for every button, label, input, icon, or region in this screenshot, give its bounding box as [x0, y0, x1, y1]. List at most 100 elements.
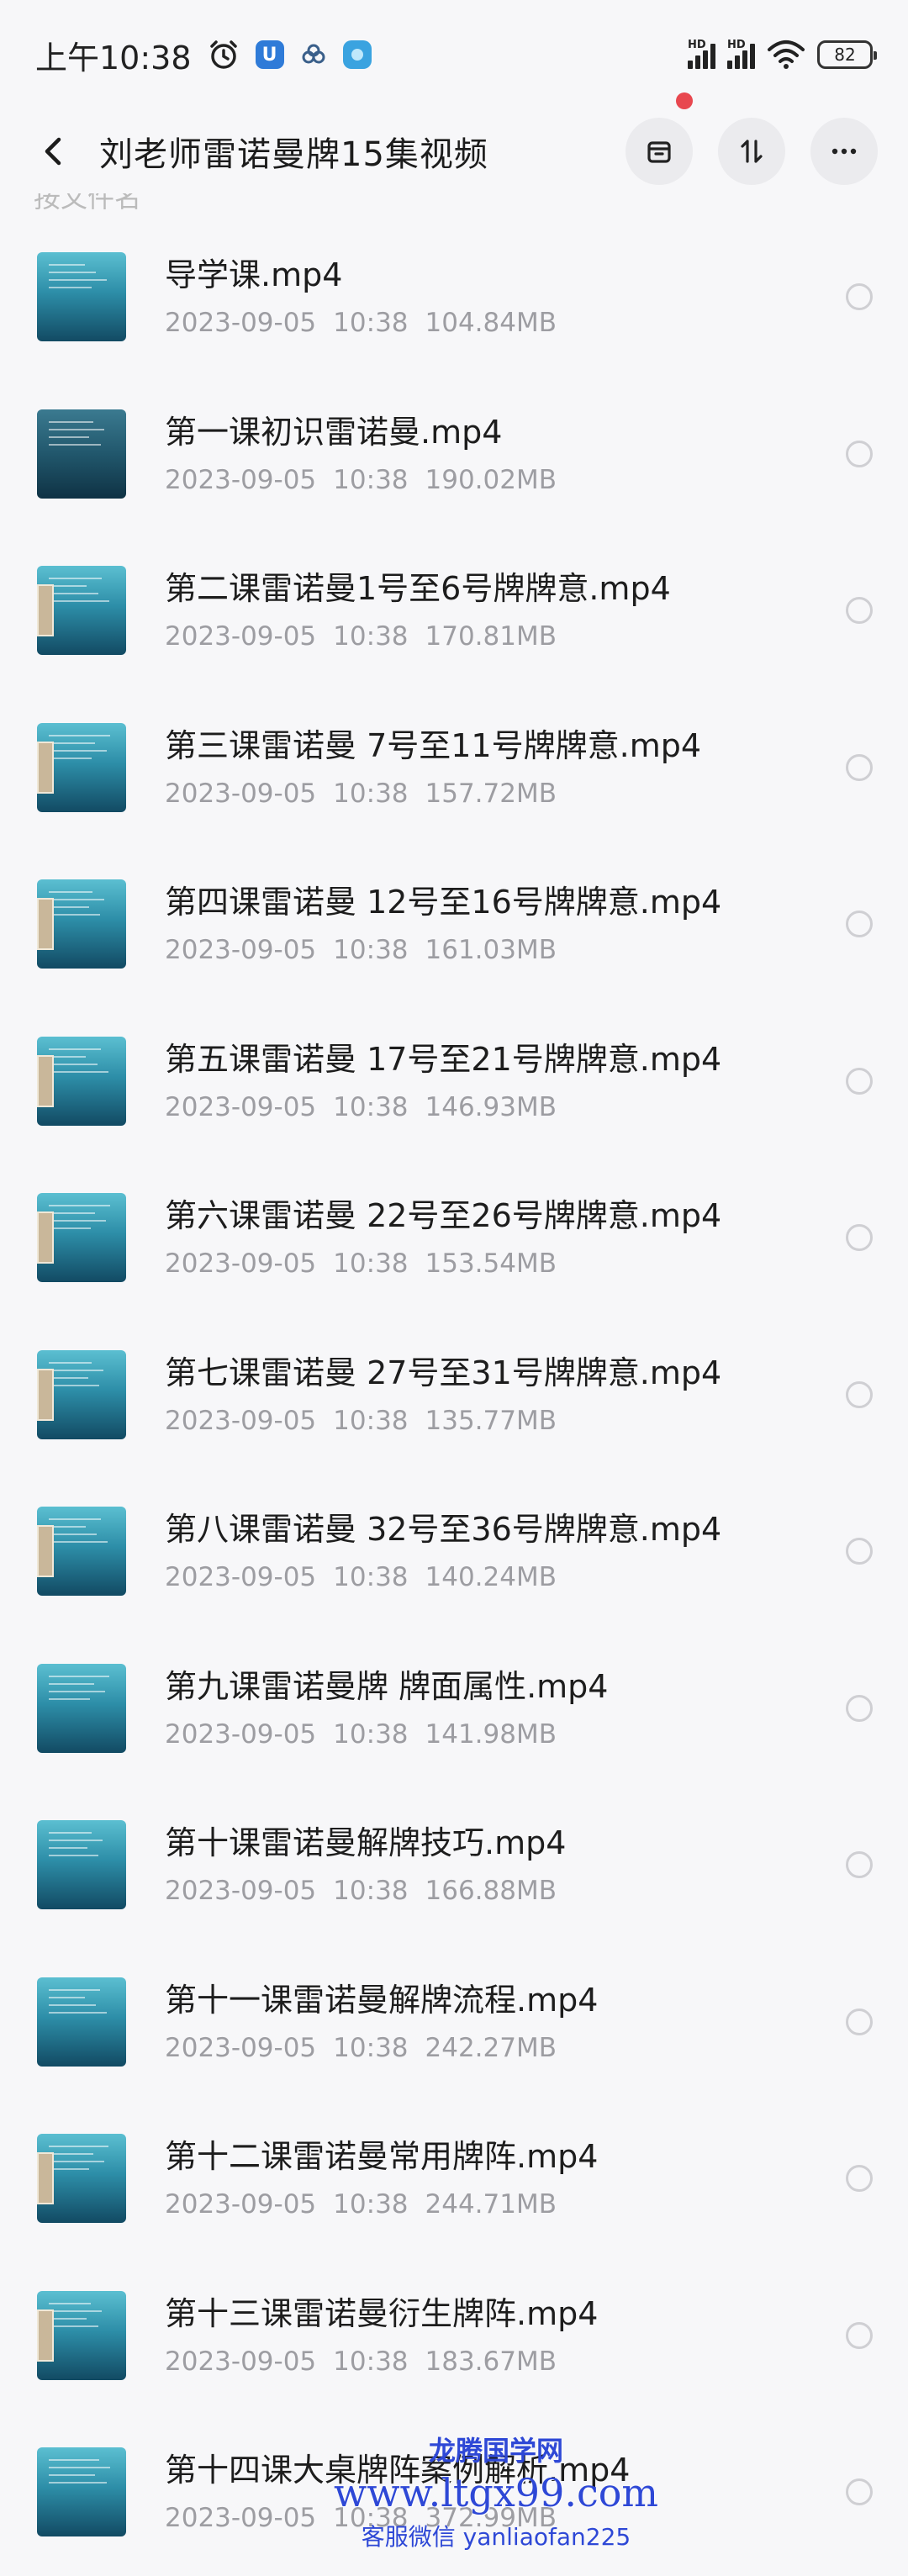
file-list-item[interactable]: 第十四课大桌牌阵案例解析.mp4 2023-09-05 10:38 372.99MB	[0, 2414, 908, 2571]
select-radio[interactable]	[846, 283, 873, 311]
select-radio[interactable]	[846, 911, 873, 938]
file-time: 10:38	[333, 2189, 409, 2220]
file-info: 第十一课雷诺曼解牌流程.mp4 2023-09-05 10:38 242.27MB	[165, 1979, 846, 2065]
file-list-item[interactable]: 第二课雷诺曼1号至6号牌牌意.mp4 2023-09-05 10:38 170.81M…	[0, 532, 908, 689]
file-list-item[interactable]: 第十课雷诺曼解牌技巧.mp4 2023-09-05 10:38 166.88MB	[0, 1787, 908, 1944]
sort-icon	[741, 140, 763, 163]
file-time: 10:38	[333, 1718, 409, 1750]
file-date: 2023-09-05	[165, 2346, 317, 2377]
file-meta: 2023-09-05 10:38 190.02MB	[165, 463, 846, 497]
select-radio[interactable]	[846, 2008, 873, 2035]
file-date: 2023-09-05	[165, 1405, 317, 1436]
file-info: 导学课.mp4 2023-09-05 10:38 104.84MB	[165, 254, 846, 340]
file-date: 2023-09-05	[165, 2503, 317, 2534]
archive-icon	[647, 141, 671, 163]
back-arrow-icon[interactable]	[34, 131, 74, 172]
video-thumbnail	[37, 1193, 126, 1283]
tarot-card-image	[37, 584, 54, 637]
file-size: 170.81MB	[425, 621, 557, 652]
file-list-item[interactable]: 第三课雷诺曼 7号至11号牌牌意.mp4 2023-09-05 10:38 157.7…	[0, 689, 908, 847]
select-radio[interactable]	[846, 1380, 873, 1408]
signal-icon-2: HD	[727, 39, 755, 69]
select-radio[interactable]	[846, 1694, 873, 1722]
file-date: 2023-09-05	[165, 1876, 317, 1907]
file-date: 2023-09-05	[165, 778, 317, 809]
app-header: 刘老师雷诺曼牌15集视频	[0, 92, 908, 193]
file-time: 10:38	[333, 1248, 409, 1280]
file-name: 第二课雷诺曼1号至6号牌牌意.mp4	[165, 570, 671, 608]
select-radio[interactable]	[846, 1067, 873, 1095]
file-info: 第十三课雷诺曼衍生牌阵.mp4 2023-09-05 10:38 183.67MB	[165, 2293, 846, 2378]
video-thumbnail	[37, 2447, 126, 2537]
select-radio[interactable]	[846, 2321, 873, 2349]
select-radio[interactable]	[846, 2165, 873, 2193]
select-radio[interactable]	[846, 1224, 873, 1252]
file-meta: 2023-09-05 10:38 166.88MB	[165, 1874, 846, 1908]
file-list-item[interactable]: 第十三课雷诺曼衍生牌阵.mp4 2023-09-05 10:38 183.67MB	[0, 2257, 908, 2415]
file-size: 166.88MB	[425, 1876, 557, 1907]
signal-icon: HD	[688, 39, 715, 69]
video-thumbnail	[37, 2290, 126, 2380]
file-info: 第二课雷诺曼1号至6号牌牌意.mp4 2023-09-05 10:38 170.81M…	[165, 567, 846, 653]
file-time: 10:38	[333, 1876, 409, 1907]
file-info: 第九课雷诺曼牌 牌面属性.mp4 2023-09-05 10:38 141.98MB	[165, 1665, 846, 1751]
status-bar: 上午10:38 U HD HD 82	[0, 0, 908, 109]
file-list-item[interactable]: 第七课雷诺曼 27号至31号牌牌意.mp4 2023-09-05 10:38 135.…	[0, 1317, 908, 1474]
file-list-item[interactable]: 第九课雷诺曼牌 牌面属性.mp4 2023-09-05 10:38 141.98MB	[0, 1630, 908, 1787]
select-radio[interactable]	[846, 440, 873, 467]
file-date: 2023-09-05	[165, 1248, 317, 1280]
file-time: 10:38	[333, 2346, 409, 2377]
file-meta: 2023-09-05 10:38 140.24MB	[165, 1560, 846, 1594]
sort-button[interactable]	[718, 118, 785, 185]
file-list-item[interactable]: 第四课雷诺曼 12号至16号牌牌意.mp4 2023-09-05 10:38 161.…	[0, 846, 908, 1003]
file-list-item[interactable]: 第五课雷诺曼 17号至21号牌牌意.mp4 2023-09-05 10:38 146.…	[0, 1003, 908, 1160]
file-list-item[interactable]: 导学课.mp4 2023-09-05 10:38 104.84MB	[0, 219, 908, 376]
header-actions	[626, 92, 878, 185]
file-date: 2023-09-05	[165, 464, 317, 495]
file-list-item[interactable]: 第十二课雷诺曼常用牌阵.mp4 2023-09-05 10:38 244.71MB	[0, 2100, 908, 2257]
select-radio[interactable]	[846, 753, 873, 781]
more-options-button[interactable]	[810, 118, 878, 185]
file-name: 第五课雷诺曼 17号至21号牌牌意.mp4	[165, 1040, 722, 1078]
file-size: 157.72MB	[425, 778, 557, 809]
tarot-card-image	[37, 741, 54, 794]
sort-mode-label-clipped: 按文件名	[34, 193, 142, 214]
file-list-item[interactable]: 第八课雷诺曼 32号至36号牌牌意.mp4 2023-09-05 10:38 140.…	[0, 1473, 908, 1630]
file-name: 导学课.mp4	[165, 256, 343, 294]
file-name: 第十一课雷诺曼解牌流程.mp4	[165, 1981, 599, 2019]
alarm-icon	[209, 40, 237, 69]
select-radio[interactable]	[846, 1851, 873, 1879]
video-thumbnail	[37, 722, 126, 812]
file-meta: 2023-09-05 10:38 153.54MB	[165, 1247, 846, 1280]
tarot-card-image	[37, 1054, 54, 1107]
file-time: 10:38	[333, 935, 409, 966]
file-info: 第三课雷诺曼 7号至11号牌牌意.mp4 2023-09-05 10:38 157.7…	[165, 725, 846, 810]
file-name: 第十四课大桌牌阵案例解析.mp4	[165, 2452, 631, 2489]
file-list: 导学课.mp4 2023-09-05 10:38 104.84MB 第一课初识雷诺曼.m…	[0, 219, 908, 2571]
transfer-list-button[interactable]	[626, 92, 693, 185]
select-radio[interactable]	[846, 597, 873, 625]
tarot-card-image	[37, 1368, 54, 1421]
file-date: 2023-09-05	[165, 935, 317, 966]
file-time: 10:38	[333, 308, 409, 339]
file-meta: 2023-09-05 10:38 135.77MB	[165, 1404, 846, 1438]
select-radio[interactable]	[846, 2478, 873, 2506]
video-thumbnail	[37, 252, 126, 342]
file-list-item[interactable]: 第十一课雷诺曼解牌流程.mp4 2023-09-05 10:38 242.27MB	[0, 1944, 908, 2101]
file-meta: 2023-09-05 10:38 372.99MB	[165, 2501, 846, 2535]
file-size: 190.02MB	[425, 464, 557, 495]
file-info: 第八课雷诺曼 32号至36号牌牌意.mp4 2023-09-05 10:38 140.…	[165, 1508, 846, 1594]
file-info: 第七课雷诺曼 27号至31号牌牌意.mp4 2023-09-05 10:38 135.…	[165, 1352, 846, 1438]
file-info: 第六课雷诺曼 22号至26号牌牌意.mp4 2023-09-05 10:38 153.…	[165, 1195, 846, 1280]
file-name: 第十二课雷诺曼常用牌阵.mp4	[165, 2138, 599, 2176]
file-list-item[interactable]: 第六课雷诺曼 22号至26号牌牌意.mp4 2023-09-05 10:38 153.…	[0, 1159, 908, 1317]
network-type-label-2: HD	[727, 39, 746, 51]
file-info: 第十课雷诺曼解牌技巧.mp4 2023-09-05 10:38 166.88MB	[165, 1822, 846, 1908]
file-name: 第九课雷诺曼牌 牌面属性.mp4	[165, 1667, 609, 1705]
file-size: 161.03MB	[425, 935, 557, 966]
file-list-item[interactable]: 第一课初识雷诺曼.mp4 2023-09-05 10:38 190.02MB	[0, 376, 908, 533]
select-radio[interactable]	[846, 1538, 873, 1565]
tarot-card-image	[37, 898, 54, 951]
file-name: 第八课雷诺曼 32号至36号牌牌意.mp4	[165, 1511, 722, 1549]
file-meta: 2023-09-05 10:38 244.71MB	[165, 2188, 846, 2221]
